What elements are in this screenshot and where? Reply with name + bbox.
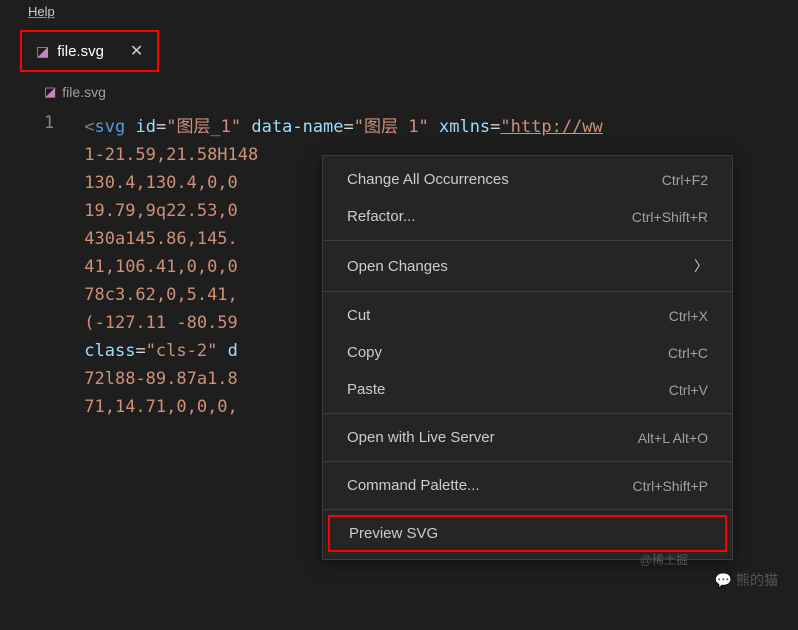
tab-file-svg[interactable]: ◪ file.svg ✕ — [20, 30, 159, 72]
tab-label: file.svg — [57, 43, 104, 60]
menu-open-changes[interactable]: Open Changes 〉 — [323, 246, 732, 286]
menubar: Help — [0, 0, 798, 10]
menu-separator — [323, 413, 732, 414]
breadcrumb-label: file.svg — [62, 84, 106, 100]
menu-refactor[interactable]: Refactor... Ctrl+Shift+R — [323, 198, 732, 235]
menu-open-live-server[interactable]: Open with Live Server Alt+L Alt+O — [323, 419, 732, 456]
menu-cut[interactable]: Cut Ctrl+X — [323, 297, 732, 334]
menu-paste[interactable]: Paste Ctrl+V — [323, 371, 732, 408]
menu-separator — [323, 240, 732, 241]
watermark-sublabel: @稀土掘 — [640, 551, 688, 568]
close-icon[interactable]: ✕ — [130, 41, 143, 61]
tab-bar: ◪ file.svg ✕ — [0, 10, 798, 72]
menu-copy[interactable]: Copy Ctrl+C — [323, 334, 732, 371]
menu-change-all-occurrences[interactable]: Change All Occurrences Ctrl+F2 — [323, 161, 732, 198]
file-icon: ◪ — [36, 43, 49, 60]
watermark: 💬 熊的猫 — [715, 570, 778, 590]
menu-separator — [323, 509, 732, 510]
menu-separator — [323, 291, 732, 292]
context-menu: Change All Occurrences Ctrl+F2 Refactor.… — [322, 155, 733, 560]
file-icon: ◪ — [44, 84, 56, 100]
menu-preview-svg[interactable]: Preview SVG — [328, 515, 727, 552]
menu-command-palette[interactable]: Command Palette... Ctrl+Shift+P — [323, 467, 732, 504]
chevron-right-icon: 〉 — [694, 256, 708, 276]
menu-separator — [323, 461, 732, 462]
breadcrumb[interactable]: ◪ file.svg — [0, 72, 798, 108]
line-number: 1 — [44, 113, 84, 421]
menu-help[interactable]: Help — [20, 0, 63, 10]
